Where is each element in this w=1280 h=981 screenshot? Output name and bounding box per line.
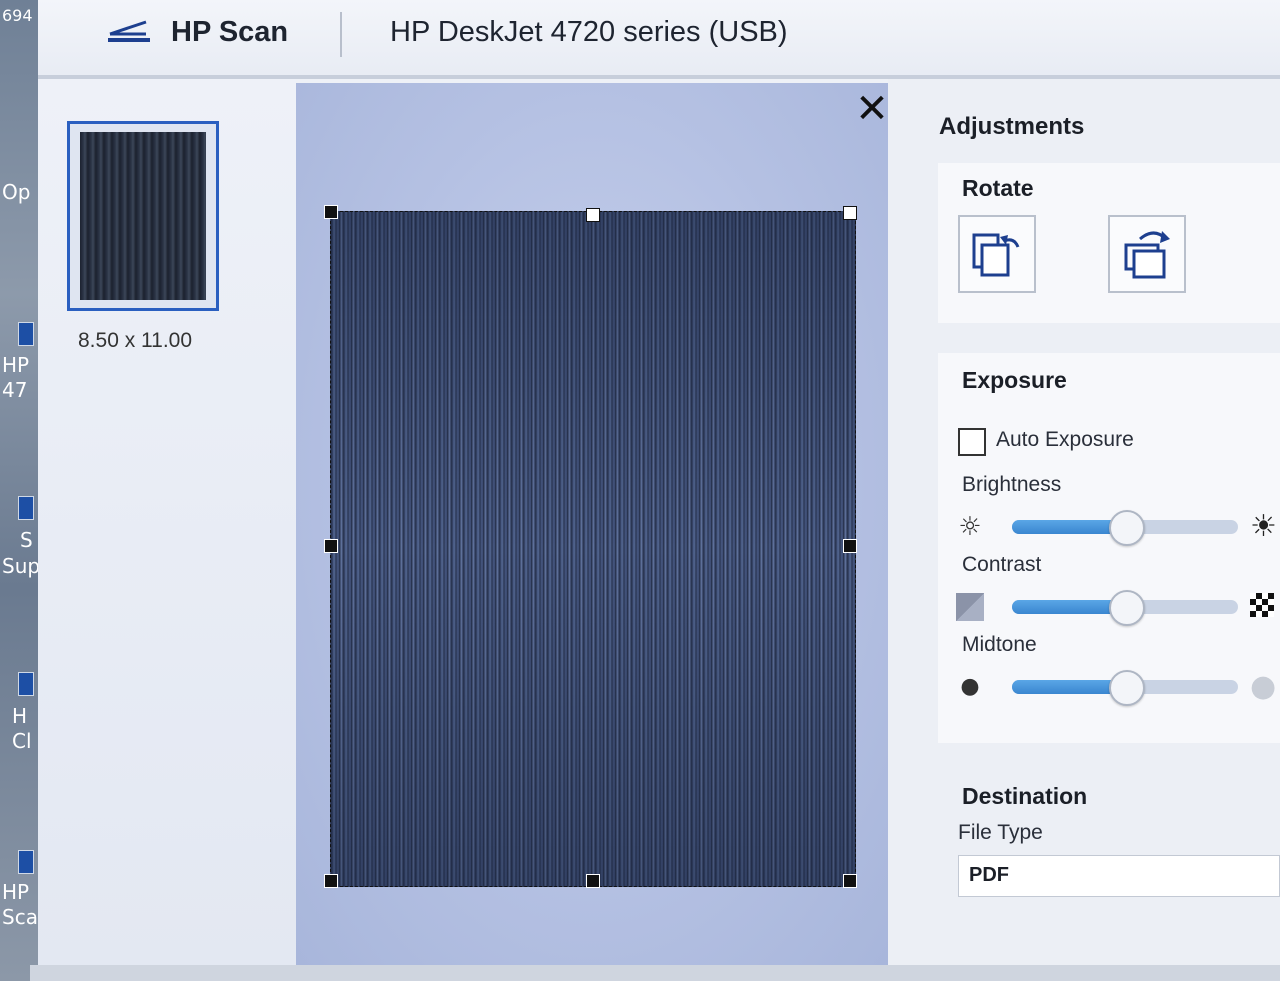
rotate-card: Rotate bbox=[938, 163, 1280, 323]
contrast-slider[interactable] bbox=[1012, 590, 1238, 626]
thumbnail-panel: 8.50 x 11.00 bbox=[38, 79, 296, 965]
adjustments-title: Adjustments bbox=[939, 113, 1085, 140]
brightness-slider[interactable] bbox=[1012, 510, 1238, 546]
hp-scan-window: HP Scan HP DeskJet 4720 series (USB) 8.5… bbox=[38, 0, 1280, 965]
desktop-shortcut-icon[interactable] bbox=[18, 850, 34, 874]
adjustments-panel: Adjustments Rotate Exposure Auto Exposur… bbox=[888, 79, 1280, 965]
desktop-label: HP bbox=[2, 880, 30, 904]
crop-handle-bottom-left[interactable] bbox=[324, 874, 338, 888]
crop-handle-top[interactable] bbox=[586, 208, 600, 222]
desktop-background: 694 Op HP 47 S Sup H Cl HP Sca bbox=[0, 0, 38, 981]
page-thumbnail[interactable] bbox=[67, 121, 219, 311]
destination-title: Destination bbox=[962, 783, 1088, 809]
crop-handle-top-left[interactable] bbox=[324, 205, 338, 219]
midtone-slider[interactable] bbox=[1012, 670, 1238, 706]
device-name: HP DeskJet 4720 series (USB) bbox=[390, 16, 788, 48]
desktop-label: Cl bbox=[12, 729, 32, 753]
file-type-label: File Type bbox=[958, 821, 1043, 844]
rotate-right-icon bbox=[1124, 231, 1170, 279]
desktop-label: H bbox=[12, 704, 28, 728]
file-type-select[interactable]: PDF bbox=[958, 855, 1280, 897]
slider-thumb[interactable] bbox=[1109, 510, 1145, 546]
crop-handle-bottom[interactable] bbox=[586, 874, 600, 888]
desktop-label: S bbox=[20, 528, 33, 552]
midtone-light-icon: ● bbox=[1250, 669, 1277, 704]
desktop-label: HP bbox=[2, 353, 30, 377]
crop-handle-right[interactable] bbox=[843, 539, 857, 553]
midtone-dark-icon: ● bbox=[960, 674, 980, 699]
rotate-left-icon bbox=[972, 233, 1020, 277]
desktop-shortcut-icon[interactable] bbox=[18, 322, 34, 346]
brightness-label: Brightness bbox=[962, 473, 1062, 496]
scan-preview-image[interactable] bbox=[324, 205, 857, 888]
rotate-right-button[interactable] bbox=[1108, 215, 1186, 293]
slider-thumb[interactable] bbox=[1109, 670, 1145, 706]
crop-handle-bottom-right[interactable] bbox=[843, 874, 857, 888]
desktop-shortcut-icon[interactable] bbox=[18, 672, 34, 696]
desktop-label: Op bbox=[2, 180, 31, 204]
contrast-label: Contrast bbox=[962, 553, 1042, 576]
crop-handle-left[interactable] bbox=[324, 539, 338, 553]
crop-handle-top-right[interactable] bbox=[843, 206, 857, 220]
desktop-label: Sca bbox=[2, 905, 38, 929]
page-size-label: 8.50 x 11.00 bbox=[78, 329, 193, 352]
close-icon[interactable]: ✕ bbox=[854, 89, 890, 129]
midtone-label: Midtone bbox=[962, 633, 1037, 656]
desktop-shortcut-icon[interactable] bbox=[18, 496, 34, 520]
bottom-bar bbox=[30, 965, 1280, 981]
brightness-low-icon: ☼ bbox=[958, 512, 982, 542]
scanner-icon bbox=[108, 20, 150, 42]
rotate-left-button[interactable] bbox=[958, 215, 1036, 293]
rotate-title: Rotate bbox=[962, 175, 1034, 201]
contrast-low-icon bbox=[956, 593, 984, 621]
slider-thumb[interactable] bbox=[1109, 590, 1145, 626]
exposure-card: Exposure Auto Exposure Brightness ☼ ☀ Co… bbox=[938, 353, 1280, 743]
desktop-label: Sup bbox=[2, 554, 38, 578]
desktop-label: 694 bbox=[2, 6, 33, 25]
brightness-high-icon: ☀ bbox=[1250, 509, 1277, 544]
contrast-high-icon bbox=[1250, 593, 1278, 621]
file-type-value: PDF bbox=[969, 864, 1009, 886]
titlebar: HP Scan HP DeskJet 4720 series (USB) bbox=[38, 0, 1280, 79]
app-name: HP Scan bbox=[171, 16, 289, 48]
exposure-title: Exposure bbox=[962, 367, 1067, 393]
auto-exposure-label: Auto Exposure bbox=[996, 428, 1134, 451]
title-separator bbox=[340, 12, 342, 57]
desktop-label: 47 bbox=[2, 378, 28, 402]
scan-preview-area: ✕ bbox=[296, 83, 890, 965]
thumbnail-image bbox=[80, 132, 206, 300]
auto-exposure-checkbox[interactable] bbox=[958, 428, 986, 456]
